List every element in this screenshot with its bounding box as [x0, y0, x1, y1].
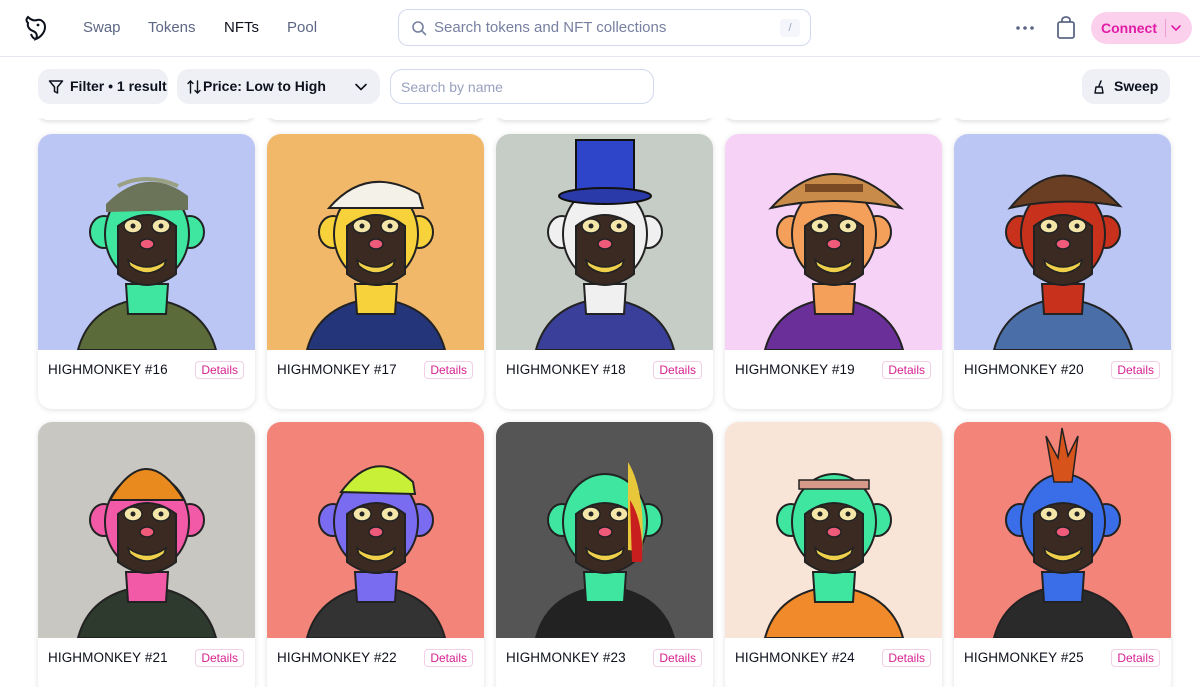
nav-pool-link[interactable]: Pool — [287, 19, 317, 36]
sort-dropdown[interactable]: Price: Low to High — [177, 69, 380, 104]
nft-card[interactable]: HIGHMONKEY #18 Details — [496, 134, 713, 409]
shopping-bag-icon[interactable] — [1055, 16, 1077, 40]
card-peek — [38, 118, 255, 120]
details-button[interactable]: Details — [882, 649, 931, 667]
connect-button[interactable]: Connect — [1091, 12, 1192, 44]
nft-card[interactable]: HIGHMONKEY #16 Details — [38, 134, 255, 409]
nft-title: HIGHMONKEY #22 — [277, 650, 397, 665]
nft-title: HIGHMONKEY #25 — [964, 650, 1084, 665]
nft-image — [38, 422, 255, 638]
nft-card[interactable]: HIGHMONKEY #19 Details — [725, 134, 942, 409]
nft-card[interactable]: HIGHMONKEY #22 Details — [267, 422, 484, 687]
sweep-label: Sweep — [1114, 78, 1159, 94]
nft-image — [496, 422, 713, 638]
details-button[interactable]: Details — [1111, 649, 1160, 667]
nft-image — [267, 134, 484, 350]
filter-icon — [48, 80, 64, 94]
nav-swap-link[interactable]: Swap — [83, 19, 121, 36]
nft-card[interactable]: HIGHMONKEY #23 Details — [496, 422, 713, 687]
chevron-down-icon[interactable] — [1170, 22, 1182, 34]
nft-image — [954, 134, 1171, 350]
nft-image — [725, 422, 942, 638]
broom-icon — [1094, 80, 1104, 94]
nav-tokens-link[interactable]: Tokens — [148, 19, 196, 36]
sweep-button[interactable]: Sweep — [1082, 69, 1170, 104]
connect-divider — [1165, 19, 1166, 37]
nft-title: HIGHMONKEY #17 — [277, 362, 397, 377]
nft-image — [725, 134, 942, 350]
details-button[interactable]: Details — [653, 649, 702, 667]
search-placeholder: Search tokens and NFT collections — [434, 19, 667, 36]
nav-nfts-link[interactable]: NFTs — [224, 19, 259, 36]
details-button[interactable]: Details — [1111, 361, 1160, 379]
sort-arrows-icon — [187, 80, 201, 94]
nft-title: HIGHMONKEY #24 — [735, 650, 855, 665]
nft-title: HIGHMONKEY #23 — [506, 650, 626, 665]
search-icon — [412, 21, 427, 36]
nft-title: HIGHMONKEY #18 — [506, 362, 626, 377]
name-search-input[interactable]: Search by name — [390, 69, 654, 104]
more-options-icon[interactable] — [1014, 18, 1036, 38]
details-button[interactable]: Details — [653, 361, 702, 379]
details-button[interactable]: Details — [424, 361, 473, 379]
nft-image — [38, 134, 255, 350]
nft-card[interactable]: HIGHMONKEY #21 Details — [38, 422, 255, 687]
details-button[interactable]: Details — [424, 649, 473, 667]
nft-title: HIGHMONKEY #19 — [735, 362, 855, 377]
filter-button[interactable]: Filter • 1 result — [38, 69, 168, 104]
connect-label: Connect — [1101, 20, 1157, 36]
card-peek — [725, 118, 942, 120]
filter-bar: Filter • 1 result Price: Low to High Sea… — [0, 58, 1200, 118]
unicorn-logo-icon[interactable] — [22, 14, 50, 42]
token-search-input[interactable]: Search tokens and NFT collections / — [398, 9, 811, 46]
nft-card[interactable]: HIGHMONKEY #25 Details — [954, 422, 1171, 687]
nft-image — [496, 134, 713, 350]
search-shortcut-key: / — [780, 19, 800, 37]
card-peek — [954, 118, 1171, 120]
card-peek — [496, 118, 713, 120]
nft-card[interactable]: HIGHMONKEY #17 Details — [267, 134, 484, 409]
chevron-down-icon — [355, 83, 367, 91]
nft-image — [954, 422, 1171, 638]
details-button[interactable]: Details — [195, 361, 244, 379]
nft-image — [267, 422, 484, 638]
nft-card[interactable]: HIGHMONKEY #20 Details — [954, 134, 1171, 409]
nft-title: HIGHMONKEY #16 — [48, 362, 168, 377]
details-button[interactable]: Details — [195, 649, 244, 667]
nft-grid: HIGHMONKEY #16 Details HIGHMONKEY #17 De… — [0, 118, 1200, 687]
nft-card[interactable]: HIGHMONKEY #24 Details — [725, 422, 942, 687]
card-peek — [267, 118, 484, 120]
nft-title: HIGHMONKEY #21 — [48, 650, 168, 665]
top-nav: Swap Tokens NFTs Pool Search tokens and … — [0, 0, 1200, 57]
details-button[interactable]: Details — [882, 361, 931, 379]
filter-label: Filter • 1 result — [70, 78, 167, 94]
sort-label: Price: Low to High — [203, 78, 326, 94]
nft-title: HIGHMONKEY #20 — [964, 362, 1084, 377]
name-search-placeholder: Search by name — [401, 79, 503, 95]
